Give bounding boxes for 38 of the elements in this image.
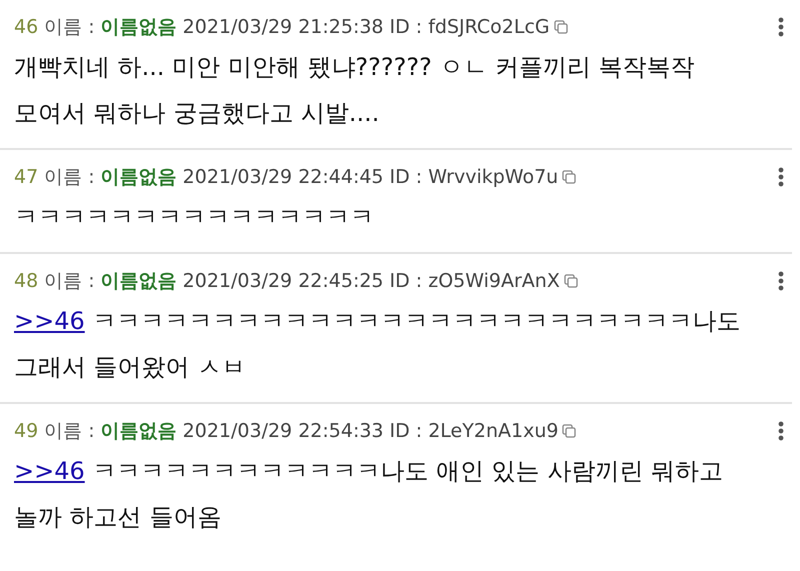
poster-name: 이름없음 (100, 269, 177, 294)
poster-name: 이름없음 (100, 419, 177, 444)
more-options-icon[interactable] (778, 167, 784, 187)
more-options-icon[interactable] (778, 421, 784, 441)
post-body: ㅋㅋㅋㅋㅋㅋㅋㅋㅋㅋㅋㅋㅋㅋㅋ (14, 202, 375, 233)
poster-id: fdSJRCo2LcG (428, 16, 550, 38)
copy-icon[interactable] (564, 274, 578, 288)
id-label: ID : (390, 420, 422, 442)
post-datetime: 2021/03/29 22:44:45 (182, 166, 384, 188)
post-body: >>46 ㅋㅋㅋㅋㅋㅋㅋㅋㅋㅋㅋㅋㅋㅋㅋㅋㅋㅋㅋㅋㅋㅋㅋㅋㅋ나도 그래서 들어왔어 ㅅㅂ (14, 306, 742, 383)
post-datetime: 2021/03/29 22:54:33 (182, 420, 384, 442)
more-options-icon[interactable] (778, 17, 784, 37)
name-label: 이름 : (44, 165, 95, 190)
poster-id: zO5Wi9ArAnX (428, 270, 560, 292)
id-label: ID : (390, 270, 422, 292)
copy-icon[interactable] (562, 424, 576, 438)
reply-link[interactable]: >>46 (14, 457, 85, 485)
post-number: 49 (14, 420, 38, 442)
poster-id: 2LeY2nA1xu9 (428, 420, 558, 442)
name-label: 이름 : (44, 15, 95, 40)
poster-id: WrvvikpWo7u (428, 166, 558, 188)
post-number: 47 (14, 166, 38, 188)
id-label: ID : (390, 166, 422, 188)
post-body: >>46 ㅋㅋㅋㅋㅋㅋㅋㅋㅋㅋㅋㅋ나도 애인 있는 사람끼린 뭐하고 놀까 하고선 들어옴 (14, 456, 724, 533)
name-label: 이름 : (44, 419, 95, 444)
copy-icon[interactable] (562, 170, 576, 184)
post-number: 48 (14, 270, 38, 292)
post-datetime: 2021/03/29 22:45:25 (182, 270, 384, 292)
post-number: 46 (14, 16, 38, 38)
post-datetime: 2021/03/29 21:25:38 (182, 16, 384, 38)
poster-name: 이름없음 (100, 165, 177, 190)
post-body: 개빡치네 하... 미안 미안해 됐냐?????? ㅇㄴ 커플끼리 복작복작 모여서 뭐하나 궁금했다고 시발.... (14, 52, 696, 129)
poster-name: 이름없음 (100, 15, 177, 40)
name-label: 이름 : (44, 269, 95, 294)
id-label: ID : (390, 16, 422, 38)
copy-icon[interactable] (554, 20, 568, 34)
reply-link[interactable]: >>46 (14, 307, 85, 335)
more-options-icon[interactable] (778, 271, 784, 291)
